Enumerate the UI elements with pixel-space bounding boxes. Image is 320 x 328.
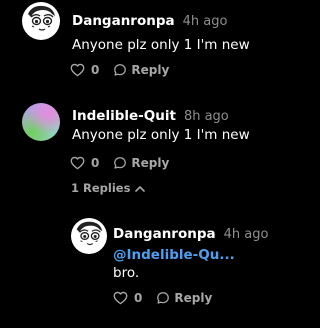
comment-actions: 0 Reply xyxy=(70,62,169,78)
like-count: 0 xyxy=(91,156,100,170)
like-count: 0 xyxy=(134,291,143,305)
comment-header: Indelible-Quit 8h ago xyxy=(72,107,229,125)
like-button[interactable]: 0 xyxy=(70,62,99,78)
like-button[interactable]: 0 xyxy=(113,290,142,306)
speech-bubble-icon xyxy=(114,157,127,169)
timestamp: 4h ago xyxy=(223,227,269,242)
speech-bubble-icon xyxy=(114,64,127,76)
heart-icon xyxy=(70,156,85,170)
heart-icon xyxy=(113,291,128,305)
reply-label: Reply xyxy=(131,156,170,170)
reply-comment: Danganronpa 4h ago @Indelible-Qu... bro. … xyxy=(0,215,268,328)
comment-text: bro. xyxy=(113,265,140,281)
timestamp: 8h ago xyxy=(183,109,229,124)
comment-text: Anyone plz only 1 I'm new xyxy=(72,37,250,53)
avatar[interactable] xyxy=(22,2,60,40)
cartoon-face-icon xyxy=(76,221,103,246)
comment-text: Anyone plz only 1 I'm new xyxy=(72,127,250,143)
heart-icon xyxy=(70,63,85,77)
reply-label: Reply xyxy=(174,291,213,305)
username[interactable]: Danganronpa xyxy=(113,226,216,242)
comment-actions: 0 Reply xyxy=(70,155,169,171)
comment-1: Danganronpa 4h ago Anyone plz only 1 I'm … xyxy=(0,0,264,90)
username[interactable]: Indelible-Quit xyxy=(72,108,176,124)
reply-button[interactable]: Reply xyxy=(113,62,169,78)
avatar[interactable] xyxy=(22,103,60,141)
reply-button[interactable]: Reply xyxy=(156,290,212,306)
avatar[interactable] xyxy=(71,218,107,254)
comment-actions: 0 Reply xyxy=(113,290,212,306)
reply-label: Reply xyxy=(131,63,170,77)
timestamp: 4h ago xyxy=(182,14,228,29)
like-button[interactable]: 0 xyxy=(70,155,99,171)
comment-header: Danganronpa 4h ago xyxy=(113,225,268,243)
comment-2: Indelible-Quit 8h ago Anyone plz only 1 I… xyxy=(0,95,264,205)
reply-button[interactable]: Reply xyxy=(113,155,169,171)
speech-bubble-icon xyxy=(157,292,170,304)
comment-header: Danganronpa 4h ago xyxy=(72,12,227,30)
replies-toggle[interactable]: 1 Replies xyxy=(71,181,146,195)
mention-link[interactable]: @Indelible-Qu... xyxy=(113,246,235,264)
username[interactable]: Danganronpa xyxy=(72,13,175,29)
chevron-up-icon xyxy=(135,185,146,192)
cartoon-face-icon xyxy=(28,5,55,31)
like-count: 0 xyxy=(91,63,100,77)
replies-count-label: 1 Replies xyxy=(71,181,131,195)
